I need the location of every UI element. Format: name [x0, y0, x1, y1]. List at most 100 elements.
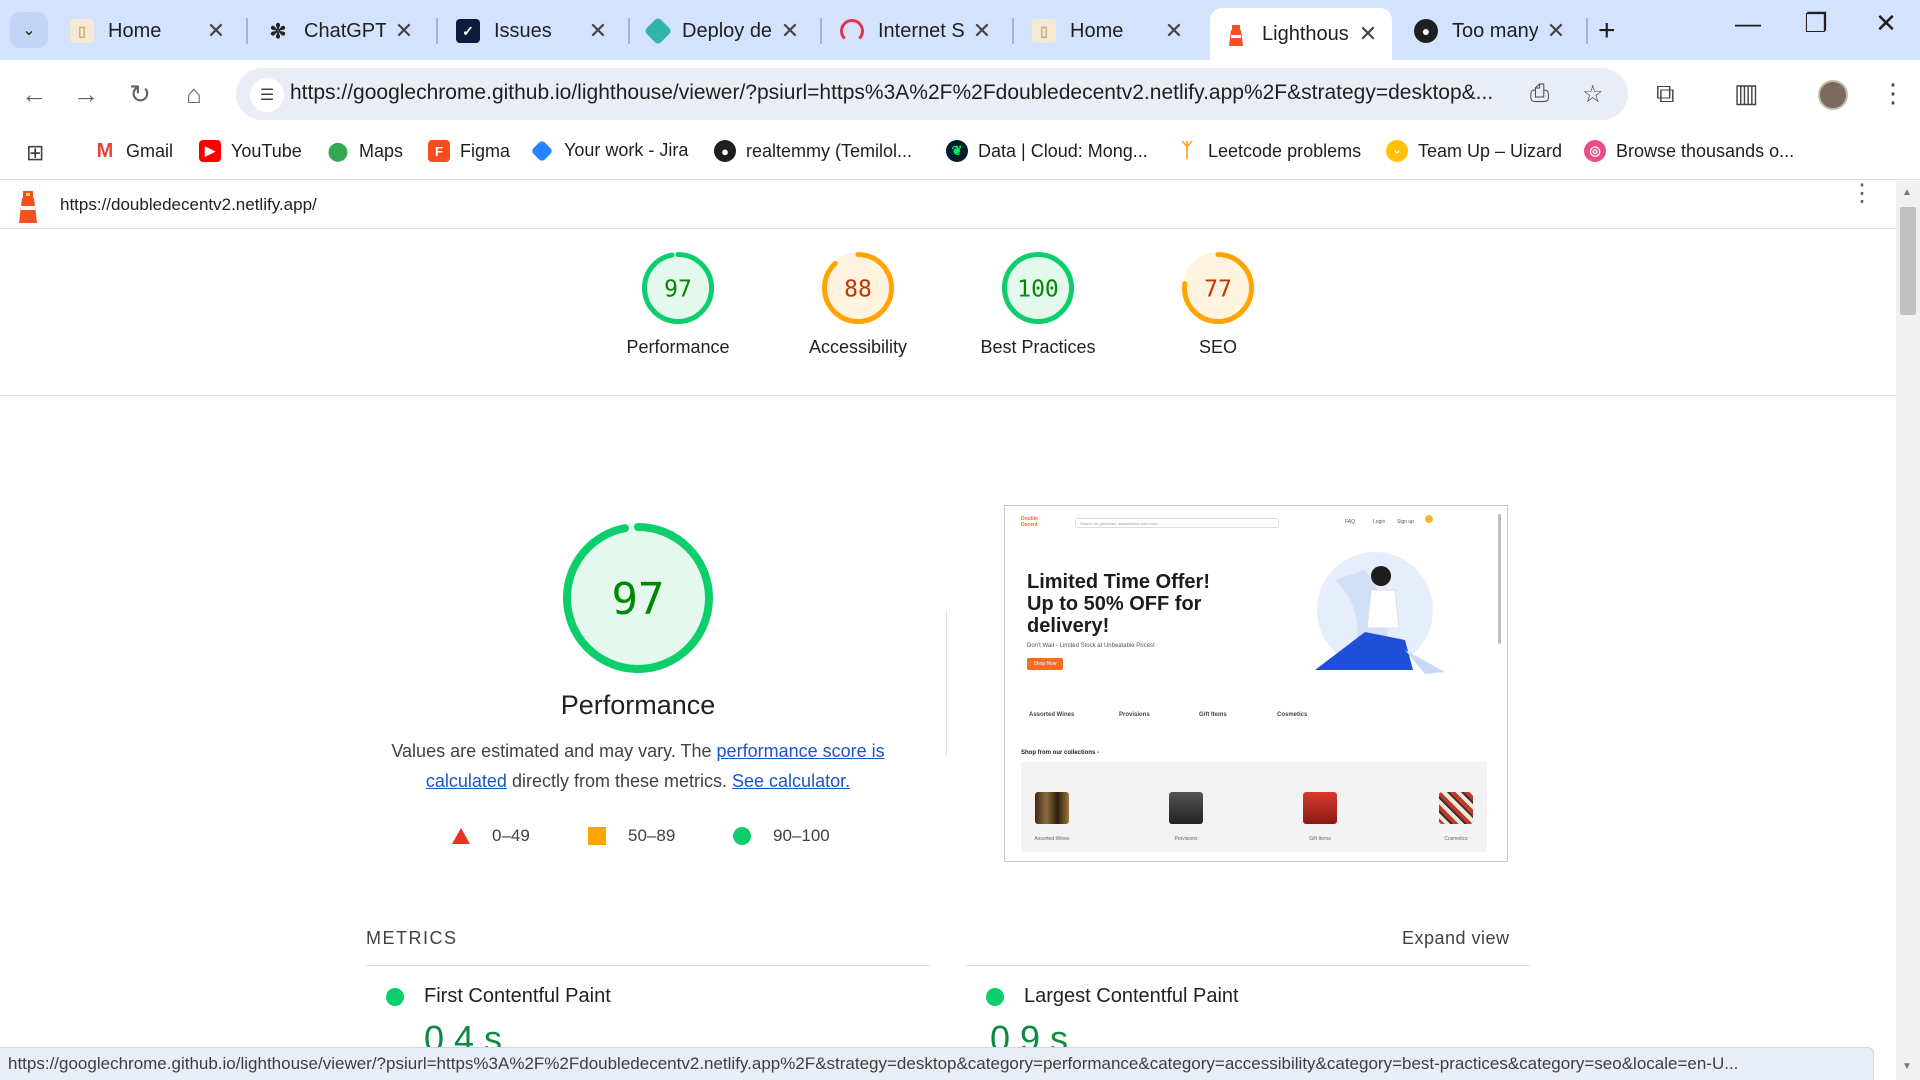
- apps-grid-icon[interactable]: ⊞: [26, 140, 44, 166]
- close-icon[interactable]: ✕: [780, 18, 800, 44]
- gauge-best-practices[interactable]: 100 Best Practices: [958, 251, 1118, 358]
- bookmark-leetcode[interactable]: ᛉ Leetcode problems: [1176, 140, 1361, 162]
- tab-separator: [820, 18, 822, 44]
- description-text: directly from these metrics.: [506, 771, 733, 791]
- gauge-score: 97: [664, 276, 692, 302]
- tab-separator: [628, 18, 630, 44]
- bookmark-youtube[interactable]: ▶ YouTube: [199, 140, 302, 162]
- close-icon[interactable]: ✕: [1358, 21, 1378, 47]
- tested-url[interactable]: https://doubledecentv2.netlify.app/: [60, 195, 317, 215]
- bookmark-gmail[interactable]: M Gmail: [94, 140, 173, 162]
- tab-title: Home: [1070, 19, 1124, 42]
- score-gauge: 97: [642, 252, 714, 324]
- figma-icon: F: [428, 140, 450, 162]
- metric-label: First Contentful Paint: [424, 985, 611, 1007]
- bookmark-figma[interactable]: F Figma: [428, 140, 510, 162]
- gauge-accessibility[interactable]: 88 Accessibility: [778, 251, 938, 358]
- tab[interactable]: ● Too many ✕: [1400, 8, 1580, 54]
- bookmark-label: Leetcode problems: [1208, 140, 1362, 161]
- gauge-score: 97: [612, 574, 665, 625]
- menu-kebab-icon[interactable]: ⋮: [1880, 78, 1906, 109]
- lighthouse-logo-icon: [19, 191, 37, 223]
- close-icon[interactable]: ✕: [1546, 18, 1566, 44]
- install-app-icon[interactable]: ⎙: [1530, 80, 1549, 108]
- new-tab-button[interactable]: +: [1598, 14, 1616, 48]
- collection-image: [1035, 792, 1069, 824]
- close-icon[interactable]: ✕: [972, 18, 992, 44]
- bookmark-maps[interactable]: ⬤ Maps: [327, 140, 403, 162]
- close-window-button[interactable]: ✕: [1856, 8, 1916, 39]
- scroll-up-icon[interactable]: ▲: [1902, 187, 1912, 198]
- tab-search-button[interactable]: ⌄: [10, 12, 48, 48]
- report-menu-button[interactable]: ⋮: [1850, 182, 1874, 206]
- collections-panel: Assorted Wines Provisions Gift Items Cos…: [1021, 762, 1487, 852]
- gauge-label: SEO: [1198, 337, 1237, 357]
- bookmark-jira[interactable]: Your work - Jira: [530, 139, 689, 162]
- reload-button[interactable]: ↻: [120, 74, 160, 114]
- tab[interactable]: Deploy de ✕: [634, 8, 814, 54]
- site-category: Provisions: [1119, 712, 1150, 718]
- triangle-icon: [452, 828, 470, 844]
- tab-title: Too many: [1452, 19, 1538, 42]
- github-icon: ●: [714, 140, 736, 162]
- performance-gauge-large: 97: [563, 523, 713, 673]
- tab[interactable]: ▯ Home ✕: [56, 8, 240, 54]
- bookmark-github[interactable]: ● realtemmy (Temilol...: [714, 140, 912, 162]
- see-calculator-link[interactable]: See calculator.: [732, 771, 850, 791]
- tab[interactable]: ✓ Issues ✕: [442, 8, 622, 54]
- expand-view-toggle[interactable]: Expand view: [1402, 928, 1510, 949]
- screenshot-scrollbar: [1498, 514, 1501, 644]
- home-button[interactable]: ⌂: [174, 74, 214, 114]
- tab-title: Deploy de: [682, 19, 772, 42]
- bookmark-label: Your work - Jira: [564, 140, 689, 160]
- extensions-icon[interactable]: ⧉: [1656, 78, 1675, 110]
- tab[interactable]: ▯ Home ✕: [1018, 8, 1198, 54]
- gauge-score: 77: [1204, 276, 1232, 302]
- close-icon[interactable]: ✕: [588, 18, 608, 44]
- tab-title: ChatGPT: [304, 19, 386, 42]
- pass-circle-icon: [986, 987, 1004, 1006]
- scroll-down-icon[interactable]: ▼: [1902, 1061, 1912, 1072]
- tab-separator: [1012, 18, 1014, 44]
- bookmark-label: Browse thousands o...: [1616, 140, 1795, 161]
- gauge-performance[interactable]: 97 Performance: [598, 251, 758, 358]
- chevron-down-icon: ⌄: [22, 22, 36, 39]
- address-bar[interactable]: ☰ https://googlechrome.github.io/lightho…: [236, 68, 1628, 120]
- scrollbar-thumb[interactable]: [1900, 207, 1916, 315]
- score-gauge: 100: [1002, 252, 1074, 324]
- checkbox-icon: ✓: [456, 19, 480, 43]
- tab[interactable]: ✼ ChatGPT ✕: [252, 8, 428, 54]
- tab[interactable]: Internet Sp ✕: [826, 8, 1006, 54]
- section-divider: [946, 610, 947, 756]
- bookmark-dribbble[interactable]: ◎ Browse thousands o...: [1584, 140, 1794, 162]
- bookmark-uizard[interactable]: ᵕ Team Up – Uizard: [1386, 140, 1562, 162]
- hero-shop-button: Shop Now: [1027, 658, 1063, 670]
- bookmark-mongodb[interactable]: ❦ Data | Cloud: Mong...: [946, 140, 1148, 162]
- score-gauge: 77: [1182, 252, 1254, 324]
- forward-button[interactable]: →: [66, 74, 106, 114]
- leetcode-icon: ᛉ: [1181, 139, 1193, 162]
- site-hero-heading: Limited Time Offer! Up to 50% OFF for de…: [1027, 571, 1210, 637]
- gauge-seo[interactable]: 77 SEO: [1138, 251, 1298, 358]
- address-url[interactable]: https://googlechrome.github.io/lighthous…: [290, 81, 1540, 105]
- restore-button[interactable]: ❐: [1786, 8, 1846, 39]
- profile-avatar[interactable]: [1818, 80, 1848, 110]
- close-icon[interactable]: ✕: [394, 18, 414, 44]
- minimize-button[interactable]: —: [1718, 8, 1778, 39]
- site-nav-faq: FAQ: [1345, 519, 1356, 525]
- hero-line: Up to 50% OFF for: [1027, 593, 1202, 615]
- performance-title: Performance: [560, 690, 716, 720]
- tab-title: Lighthous: [1262, 22, 1349, 45]
- site-info-icon[interactable]: ☰: [250, 78, 284, 112]
- close-icon[interactable]: ✕: [1164, 18, 1184, 44]
- page-scrollbar[interactable]: ▲ ▼: [1896, 181, 1920, 1080]
- reading-list-icon[interactable]: ▥: [1734, 78, 1759, 109]
- close-icon[interactable]: ✕: [206, 18, 226, 44]
- bookmark-star-icon[interactable]: ☆: [1582, 80, 1604, 109]
- tab-active[interactable]: Lighthous ✕: [1210, 8, 1392, 60]
- reload-icon: ↻: [129, 78, 151, 109]
- netlify-icon: [643, 16, 673, 46]
- back-button[interactable]: ←: [14, 74, 54, 114]
- final-screenshot[interactable]: Double Decent Search for groceries, acce…: [1004, 505, 1508, 862]
- plus-icon: +: [1598, 14, 1616, 47]
